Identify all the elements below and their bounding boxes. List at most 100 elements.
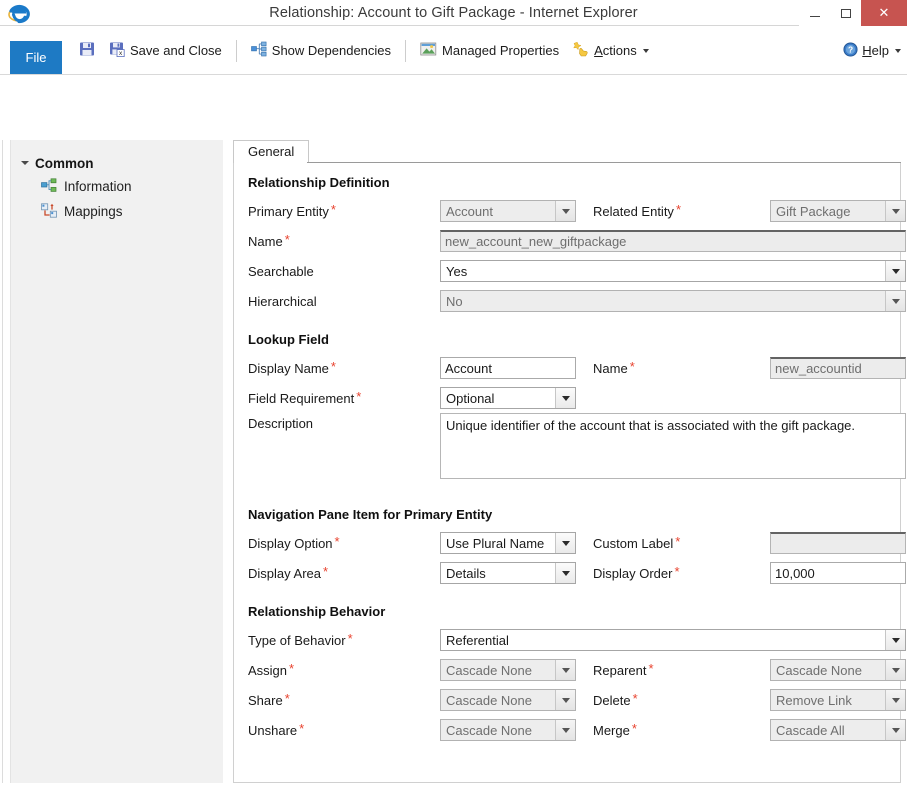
required-asterisk: * — [284, 231, 290, 247]
required-asterisk: * — [648, 660, 654, 676]
row-searchable: Searchable Yes — [248, 256, 906, 286]
required-asterisk: * — [299, 720, 305, 736]
primary-entity-label: Primary Entity * — [248, 201, 336, 219]
relationship-name-input[interactable] — [440, 230, 906, 252]
primary-entity-value: Account — [446, 203, 493, 219]
sidebar-group-label: Common — [35, 155, 94, 171]
row-description: Description Unique identifier of the acc… — [248, 413, 906, 491]
toolbar-separator — [405, 39, 407, 62]
navigation-sidebar: Common Information Mappings — [10, 140, 223, 783]
tab-general[interactable]: General — [233, 140, 310, 163]
row-unshare-merge: Unshare * Cascade None Merge * Cascade All — [248, 715, 906, 745]
help-button[interactable]: ? Help — [843, 26, 901, 75]
display-option-value: Use Plural Name — [446, 535, 545, 551]
display-option-select[interactable]: Use Plural Name — [440, 532, 576, 554]
merge-label: Merge * — [593, 720, 637, 738]
unshare-select[interactable]: Cascade None — [440, 719, 576, 741]
assign-select[interactable]: Cascade None — [440, 659, 576, 681]
maximize-button[interactable] — [830, 0, 861, 26]
required-asterisk: * — [322, 563, 329, 579]
merge-value: Cascade All — [776, 722, 845, 738]
sidebar-item-information[interactable]: Information — [11, 174, 223, 199]
searchable-value: Yes — [446, 263, 468, 279]
save-and-close-label: Save and Close — [130, 43, 222, 58]
mappings-icon — [41, 202, 57, 221]
actions-button[interactable]: Actions — [566, 34, 656, 68]
related-entity-label: Related Entity * — [593, 201, 681, 219]
display-area-value: Details — [446, 565, 486, 581]
sidebar-item-label: Information — [64, 179, 132, 194]
custom-label-input[interactable] — [770, 532, 906, 554]
sidebar-item-label: Mappings — [64, 204, 123, 219]
window-title: Relationship: Account to Gift Package - … — [269, 4, 638, 21]
unshare-label: Unshare * — [248, 720, 305, 738]
save-and-close-icon: x — [109, 41, 125, 60]
toolbar-separator — [235, 39, 237, 62]
description-textarea[interactable]: Unique identifier of the account that is… — [440, 413, 906, 479]
title-bar: Relationship: Account to Gift Package - … — [0, 0, 907, 26]
display-name-input[interactable] — [440, 357, 576, 379]
page-header: Relationship Account to Gift Package Wor… — [0, 75, 907, 208]
save-and-close-button[interactable]: x Save and Close — [102, 34, 229, 68]
lookup-name-input[interactable] — [770, 357, 906, 379]
type-of-behavior-select[interactable]: Referential — [440, 629, 906, 651]
window-controls: ✕ — [799, 0, 907, 26]
chevron-down-icon — [555, 690, 575, 710]
reparent-label: Reparent * — [593, 660, 654, 678]
internet-explorer-icon — [8, 2, 30, 24]
minimize-button[interactable] — [799, 0, 830, 26]
merge-select[interactable]: Cascade All — [770, 719, 906, 741]
close-button[interactable]: ✕ — [861, 0, 907, 26]
file-tab[interactable]: File — [10, 41, 62, 74]
required-asterisk: * — [347, 630, 353, 646]
required-asterisk: * — [334, 533, 340, 549]
lookup-name-label: Name * — [593, 358, 635, 376]
chevron-down-icon — [885, 630, 905, 650]
collapse-triangle-icon — [21, 161, 29, 165]
row-field-requirement: Field Requirement * Optional — [248, 383, 886, 413]
hierarchical-label: Hierarchical — [248, 293, 317, 309]
sidebar-item-mappings[interactable]: Mappings — [11, 199, 223, 224]
chevron-down-icon — [895, 48, 901, 53]
required-asterisk: * — [632, 690, 638, 706]
related-entity-select[interactable]: Gift Package — [770, 200, 906, 222]
content-area: General Relationship Definition Primary … — [233, 140, 906, 783]
sidebar-group-common[interactable]: Common — [11, 152, 223, 174]
row-primary-related-entity: Primary Entity * Account Related Entity * … — [248, 196, 906, 226]
row-share-delete: Share * Cascade None Delete * Remove Link — [248, 685, 906, 715]
row-type-of-behavior: Type of Behavior * Referential — [248, 625, 906, 655]
display-order-input[interactable] — [770, 562, 906, 584]
save-button[interactable] — [72, 34, 102, 68]
hierarchical-value: No — [446, 293, 463, 309]
field-requirement-label: Field Requirement * — [248, 388, 362, 406]
actions-star-icon — [573, 41, 589, 60]
searchable-label: Searchable — [248, 263, 314, 279]
delete-label: Delete * — [593, 690, 638, 708]
field-requirement-select[interactable]: Optional — [440, 387, 576, 409]
chevron-down-icon — [885, 660, 905, 680]
searchable-select[interactable]: Yes — [440, 260, 906, 282]
hierarchical-select[interactable]: No — [440, 290, 906, 312]
required-asterisk: * — [675, 201, 681, 217]
managed-properties-button[interactable]: Managed Properties — [413, 34, 566, 68]
display-name-label: Display Name * — [248, 358, 336, 376]
reparent-select[interactable]: Cascade None — [770, 659, 906, 681]
chevron-down-icon — [555, 720, 575, 740]
chevron-down-icon — [555, 388, 575, 408]
delete-select[interactable]: Remove Link — [770, 689, 906, 711]
managed-properties-icon — [420, 41, 437, 60]
unshare-value: Cascade None — [446, 722, 532, 738]
row-assign-reparent: Assign * Cascade None Reparent * Cascade N… — [248, 655, 906, 685]
row-display-name: Display Name* Name* — [248, 353, 906, 383]
chevron-down-icon — [885, 291, 905, 311]
required-asterisk: * — [629, 358, 635, 374]
chevron-down-icon — [885, 201, 905, 221]
show-dependencies-button[interactable]: Show Dependencies — [244, 34, 398, 68]
share-select[interactable]: Cascade None — [440, 689, 576, 711]
section-title-navigation-pane: Navigation Pane Item for Primary Entity — [248, 507, 493, 522]
display-area-select[interactable]: Details — [440, 562, 576, 584]
assign-value: Cascade None — [446, 662, 532, 678]
primary-entity-select[interactable]: Account — [440, 200, 576, 222]
show-dependencies-label: Show Dependencies — [271, 43, 392, 58]
actions-label: Actions — [594, 43, 637, 58]
